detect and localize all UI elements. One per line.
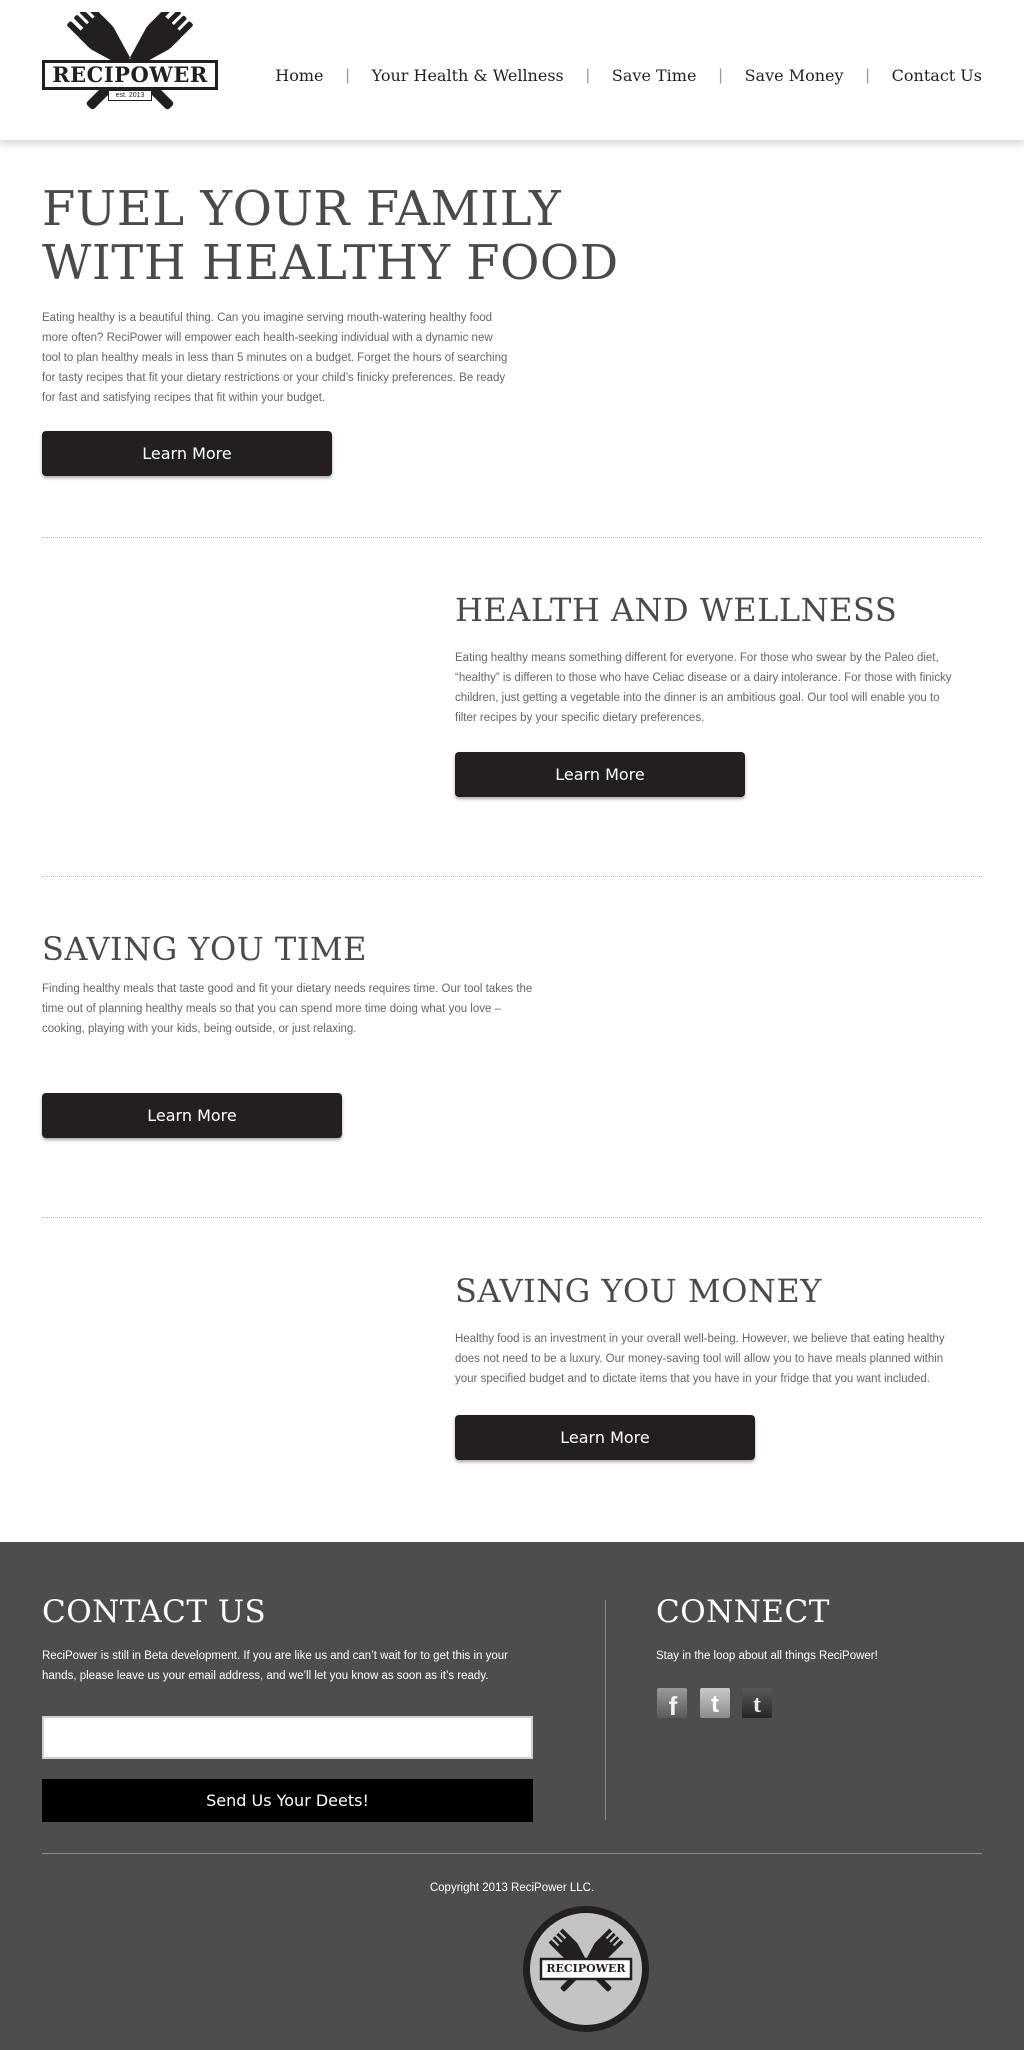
site-header: RECIPOWER est. 2013 Home | Your Health &…	[0, 0, 1024, 140]
health-body-line: filter recipes by your specific dietary …	[455, 712, 705, 724]
nav-separator: |	[585, 66, 590, 84]
contact-title: CONTACT US	[42, 1594, 267, 1630]
health-body-line: children, just getting a vegetable into …	[455, 692, 940, 704]
connect-title: CONNECT	[656, 1594, 830, 1630]
health-body: Eating healthy means something different…	[455, 648, 982, 728]
tumblr-icon[interactable]: t	[742, 1688, 772, 1718]
time-learn-more-button[interactable]: Learn More	[42, 1093, 342, 1138]
time-body-line: time out of planning healthy meals so th…	[42, 1003, 501, 1015]
nav-separator: |	[865, 66, 870, 84]
footer-rule	[42, 1853, 982, 1854]
logo-established: est. 2013	[108, 90, 152, 101]
connect-block: CONNECT Stay in the loop about all thing…	[656, 1592, 986, 1666]
time-body-line: Finding healthy meals that taste good an…	[42, 983, 533, 995]
contact-body: ReciPower is still in Beta development. …	[42, 1646, 562, 1686]
nav-health-wellness[interactable]: Your Health & Wellness	[372, 66, 564, 85]
recipower-logo[interactable]: RECIPOWER est. 2013	[42, 12, 218, 120]
money-learn-more-button[interactable]: Learn More	[455, 1415, 755, 1460]
nav-contact-us[interactable]: Contact Us	[892, 66, 982, 85]
logo-wordmark: RECIPOWER	[42, 60, 218, 90]
hero-title-line1: FUEL YOUR FAMILY	[42, 181, 562, 237]
hero-body-line: for tasty recipes that fit your dietary …	[42, 372, 506, 384]
hero-learn-more-button[interactable]: Learn More	[42, 431, 332, 476]
nav-separator: |	[718, 66, 723, 84]
twitter-icon[interactable]: t	[700, 1688, 730, 1718]
recipower-badge: RECIPOWER	[521, 1904, 651, 2034]
contact-block: CONTACT US ReciPower is still in Beta de…	[42, 1592, 562, 1686]
badge-wordmark: RECIPOWER	[546, 1962, 626, 1975]
send-deets-button[interactable]: Send Us Your Deets!	[42, 1779, 533, 1822]
section-divider	[42, 876, 982, 877]
connect-text: Stay in the loop about all things ReciPo…	[656, 1650, 878, 1662]
svg-text:f: f	[669, 1691, 678, 1718]
site-footer: CONTACT US ReciPower is still in Beta de…	[0, 1542, 1024, 2050]
hero-body-line: for fast and satisfying recipes that fit…	[42, 392, 326, 404]
health-body-line: Eating healthy means something different…	[455, 652, 939, 664]
copyright-text: Copyright 2013 ReciPower LLC.	[429, 1882, 595, 1894]
nav-separator: |	[345, 66, 350, 84]
contact-body-line: hands, please leave us your email addres…	[42, 1670, 489, 1682]
svg-text:t: t	[753, 1692, 761, 1718]
health-body-line: “healthy” is differen to those who have …	[455, 672, 952, 684]
hero-title: FUEL YOUR FAMILY WITH HEALTHY FOOD	[42, 182, 982, 290]
health-learn-more-button[interactable]: Learn More	[455, 752, 745, 797]
money-body-line: your specified budget and to dictate ite…	[455, 1373, 930, 1385]
hero-title-line2: WITH HEALTHY FOOD	[42, 235, 619, 291]
hero-section: FUEL YOUR FAMILY WITH HEALTHY FOOD Eatin…	[42, 182, 982, 476]
facebook-icon[interactable]: f	[657, 1688, 687, 1721]
hero-body: Eating healthy is a beautiful thing. Can…	[42, 308, 982, 408]
money-body-line: does not need to be a luxury. Our money-…	[455, 1353, 944, 1365]
health-title: HEALTH AND WELLNESS	[455, 591, 898, 629]
time-body: Finding healthy meals that taste good an…	[42, 979, 982, 1039]
hero-body-line: more often? ReciPower will empower each …	[42, 332, 493, 344]
section-divider	[42, 1217, 982, 1218]
contact-body-line: ReciPower is still in Beta development. …	[42, 1650, 508, 1662]
footer-column-divider	[605, 1600, 606, 1820]
nav-home[interactable]: Home	[275, 66, 323, 85]
time-title: SAVING YOU TIME	[42, 930, 368, 968]
section-divider	[42, 537, 982, 538]
time-section: SAVING YOU TIME Finding healthy meals th…	[42, 929, 982, 1138]
time-body-line: cooking, playing with your kids, being o…	[42, 1023, 357, 1035]
nav-save-money[interactable]: Save Money	[745, 66, 844, 85]
money-title: SAVING YOU MONEY	[455, 1272, 822, 1310]
money-body-line: Healthy food is an investment in your ov…	[455, 1333, 945, 1345]
hero-body-line: tool to plan healthy meals in less than …	[42, 352, 508, 364]
hero-body-line: Eating healthy is a beautiful thing. Can…	[42, 312, 493, 324]
nav-save-time[interactable]: Save Time	[612, 66, 697, 85]
email-input[interactable]	[42, 1716, 533, 1759]
svg-text:t: t	[711, 1691, 719, 1718]
main-nav: Home | Your Health & Wellness | Save Tim…	[275, 66, 982, 85]
money-body: Healthy food is an investment in your ov…	[455, 1329, 982, 1389]
